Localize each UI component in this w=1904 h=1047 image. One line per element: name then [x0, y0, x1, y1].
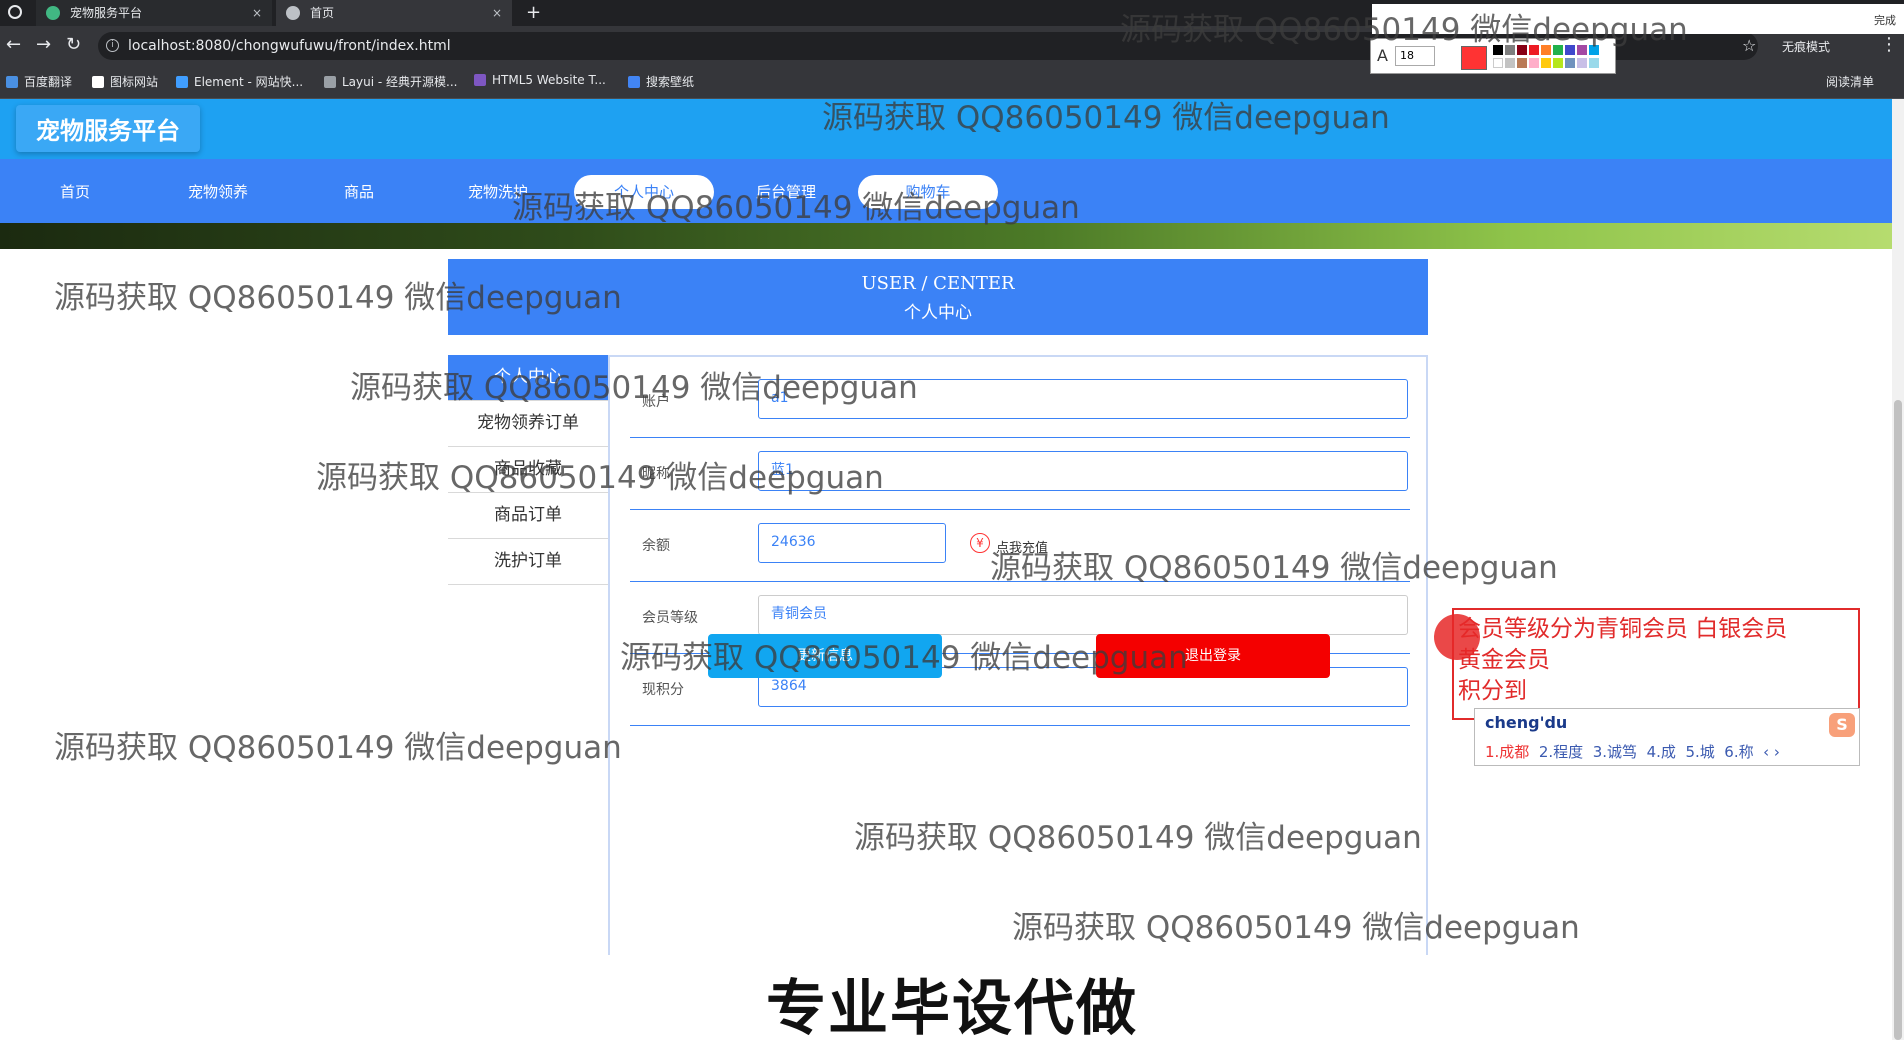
annotation-text: 会员等级分为青铜会员 白银会员 黄金会员 积分到 [1458, 616, 1788, 704]
yuan-icon[interactable]: ¥ [970, 533, 990, 553]
annotation-textbox[interactable]: 会员等级分为青铜会员 白银会员 黄金会员 积分到 [1452, 608, 1860, 720]
forward-arrow-icon[interactable]: → [36, 34, 51, 55]
bookmark-item[interactable]: 搜索壁纸 [628, 73, 694, 90]
bookmark-icon [474, 74, 486, 86]
user-center-title: USER / CENTER 个人中心 [448, 259, 1428, 335]
sidebar-item-product-orders[interactable]: 商品订单 [448, 493, 608, 539]
title-cn: 个人中心 [904, 303, 972, 323]
nav-user-center[interactable]: 个人中心 [574, 175, 714, 209]
level-input[interactable]: 青铜会员 [758, 595, 1408, 635]
user-sidebar: 个人中心 宠物领养订单 商品收藏 商品订单 洗护订单 [448, 355, 608, 585]
bookmark-icon [324, 76, 336, 88]
tab-home[interactable]: 首页 × [276, 0, 512, 26]
sidebar-item-adoption-orders[interactable]: 宠物领养订单 [448, 401, 608, 447]
account-row: 账户 a1 [630, 367, 1410, 438]
back-arrow-icon[interactable]: ← [6, 34, 21, 55]
main-nav: 首页 宠物领养 商品 宠物洗护 个人中心 后台管理 购物车 [0, 159, 1892, 223]
points-label: 现积分 [642, 682, 684, 698]
ime-candidate-window: cheng'du 1.成都 2.程度 3.诚笃 4.成 5.城 6.称 ‹ › … [1474, 708, 1860, 766]
sidebar-item-favorites[interactable]: 商品收藏 [448, 447, 608, 493]
nav-admin[interactable]: 后台管理 [756, 181, 816, 202]
url-text[interactable]: localhost:8080/chongwufuwu/front/index.h… [128, 38, 451, 54]
site-info-icon[interactable]: i [106, 39, 119, 52]
ime-candidates: 1.成都 2.程度 3.诚笃 4.成 5.城 6.称 ‹ › [1485, 743, 1780, 761]
nickname-input[interactable]: 蓝1 [758, 451, 1408, 491]
close-tab-icon[interactable]: × [492, 0, 502, 26]
nickname-label: 昵称 [642, 466, 670, 482]
font-icon: A [1377, 46, 1388, 65]
nav-grooming[interactable]: 宠物洗护 [468, 181, 528, 202]
bookmark-item[interactable]: Element - 网站快... [176, 73, 303, 90]
tab-pet-platform[interactable]: 宠物服务平台 × [36, 0, 272, 26]
logout-button[interactable]: 退出登录 [1096, 634, 1330, 678]
ime-logo-icon: S [1829, 713, 1855, 737]
bookmark-star-icon[interactable]: ☆ [1742, 36, 1756, 55]
font-size-select[interactable]: 18 [1395, 46, 1435, 66]
video-caption: 专业毕设代做 [766, 974, 1138, 1044]
bookmark-icon [92, 76, 104, 88]
more-menu-icon[interactable]: ⋮ [1880, 34, 1898, 55]
globe-icon [286, 6, 300, 20]
balance-input[interactable]: 24636 [758, 523, 946, 563]
update-info-button[interactable]: 更新信息 [708, 634, 942, 678]
cursor-highlight [1434, 614, 1480, 660]
incognito-label[interactable]: 无痕模式 [1782, 38, 1830, 55]
recharge-link[interactable]: 点我充值 [996, 537, 1048, 556]
ime-candidate[interactable]: 5.城 [1685, 743, 1714, 761]
ime-candidate[interactable]: 2.程度 [1539, 743, 1583, 761]
site-header: 宠物服务平台 [0, 99, 1892, 159]
bookmark-icon [176, 76, 188, 88]
nav-cart[interactable]: 购物车 [858, 175, 998, 209]
balance-label: 余额 [642, 538, 670, 554]
tab-title: 首页 [310, 6, 335, 20]
vue-icon [46, 6, 60, 20]
ime-candidate[interactable]: 3.诚笃 [1593, 743, 1637, 761]
sidebar-item-profile[interactable]: 个人中心 [448, 355, 608, 401]
annotation-toolbar[interactable]: 完成 [1372, 4, 1904, 34]
site-logo[interactable]: 宠物服务平台 [16, 105, 200, 152]
bookmark-item[interactable]: Layui - 经典开源模... [324, 73, 457, 90]
account-input[interactable]: a1 [758, 379, 1408, 419]
ime-composition: cheng'du [1485, 713, 1568, 732]
new-tab-button[interactable]: + [526, 0, 541, 26]
level-label: 会员等级 [642, 610, 698, 626]
current-color-swatch[interactable] [1461, 46, 1487, 70]
nav-home[interactable]: 首页 [60, 181, 90, 202]
close-tab-icon[interactable]: × [252, 0, 262, 26]
page-viewport: 宠物服务平台 首页 宠物领养 商品 宠物洗护 个人中心 后台管理 购物车 USE… [0, 99, 1892, 1040]
bookmark-icon [6, 76, 18, 88]
reading-list[interactable]: 阅读清单 [1826, 73, 1874, 90]
title-en: USER / CENTER [861, 273, 1015, 294]
reload-icon[interactable]: ↻ [66, 34, 81, 55]
nickname-row: 昵称 蓝1 [630, 439, 1410, 510]
ime-candidate[interactable]: 1.成都 [1485, 743, 1529, 761]
sidebar-item-grooming-orders[interactable]: 洗护订单 [448, 539, 608, 585]
nav-adoption[interactable]: 宠物领养 [188, 181, 248, 202]
nav-products[interactable]: 商品 [344, 181, 374, 202]
bookmark-item[interactable]: HTML5 Website T... [474, 73, 606, 87]
account-label: 账户 [642, 394, 670, 410]
hero-banner-image [0, 223, 1892, 249]
scrollbar-thumb[interactable] [1894, 400, 1902, 1040]
balance-row: 余额 24636 ¥ 点我充值 [630, 511, 1410, 582]
pen-style-popup[interactable]: A 18 [1370, 38, 1616, 74]
done-label[interactable]: 完成 [1874, 12, 1896, 28]
tab-title: 宠物服务平台 [70, 6, 143, 20]
bookmark-item[interactable]: 图标网站 [92, 73, 158, 90]
ime-candidate[interactable]: 4.成 [1647, 743, 1676, 761]
ime-candidate[interactable]: 6.称 [1724, 743, 1753, 761]
bookmark-icon [628, 76, 640, 88]
browser-menu-icon[interactable] [8, 5, 22, 19]
bookmark-item[interactable]: 百度翻译 [6, 73, 72, 90]
